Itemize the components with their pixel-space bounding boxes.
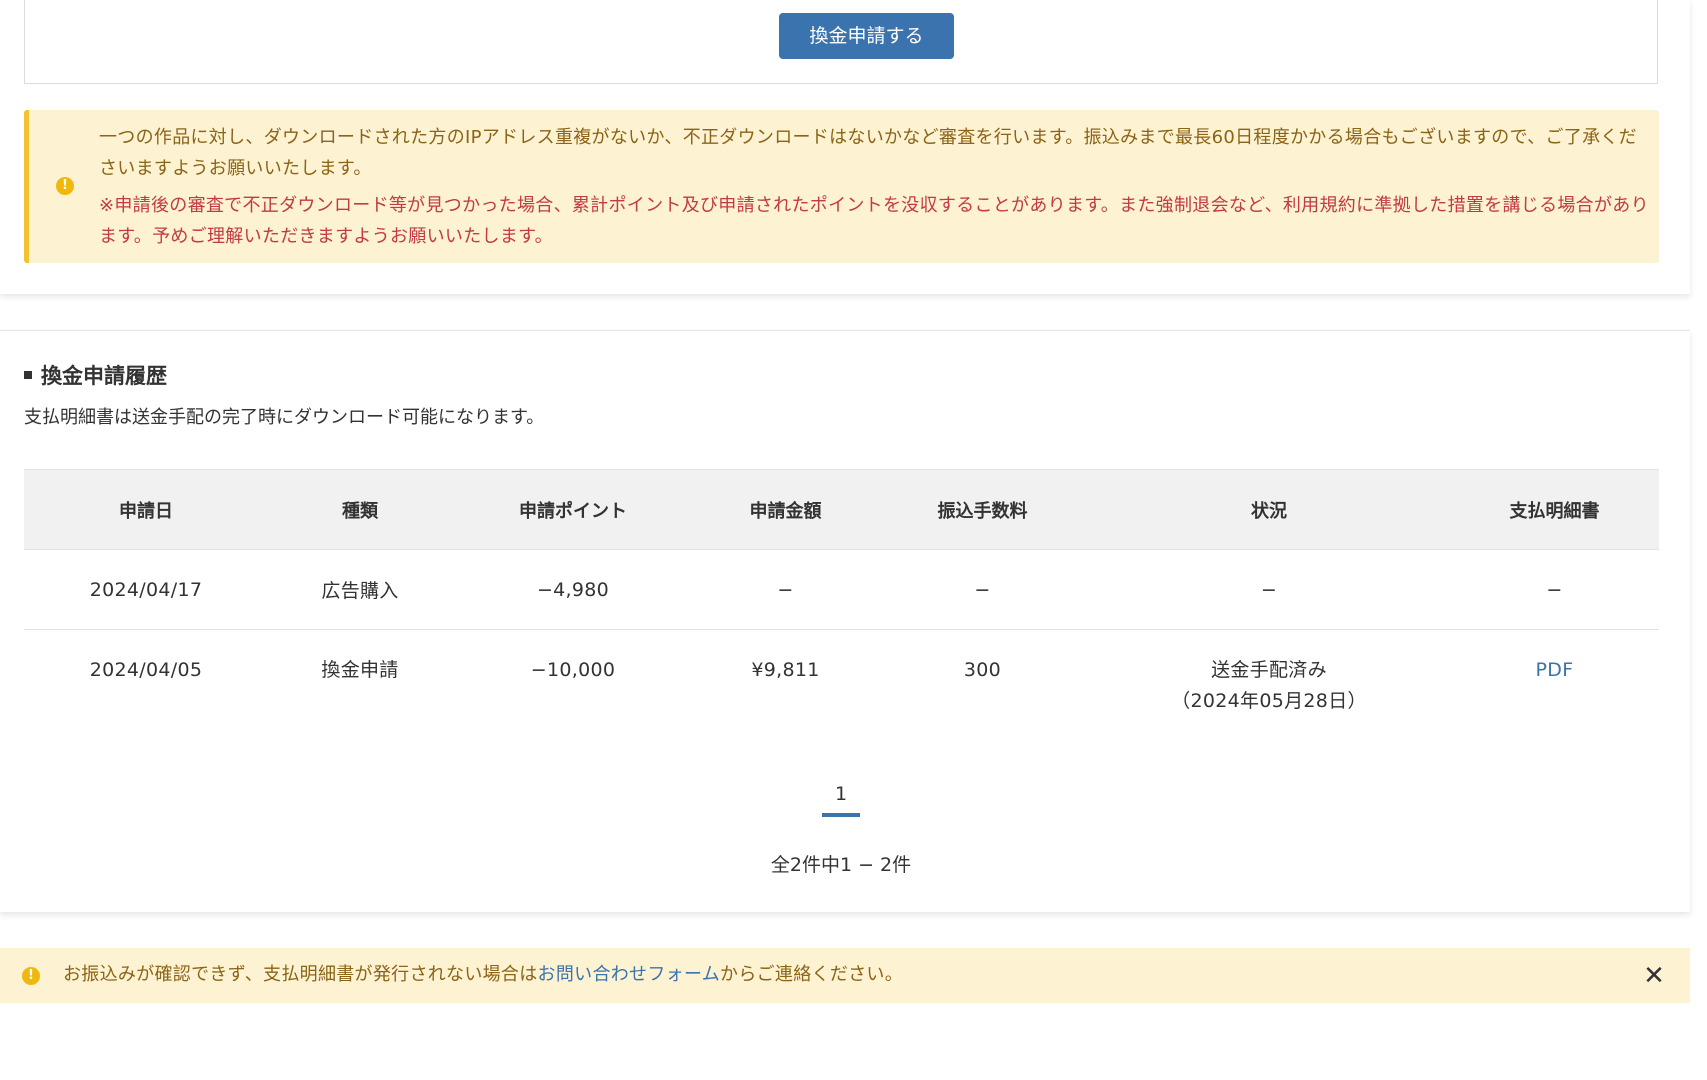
close-icon[interactable]: ✕ <box>1638 960 1670 992</box>
contact-notice-text: お振込みが確認できず、支払明細書が発行されない場合はお問い合わせフォームからご連… <box>63 960 903 990</box>
cell-date: 2024/04/17 <box>24 549 268 630</box>
application-form: 換金申請する <box>24 0 1658 84</box>
review-warning-caution: ※申請後の審査で不正ダウンロード等が見つかった場合、累計ポイント及び申請されたポ… <box>99 195 1649 247</box>
cell-type: 換金申請 <box>321 659 399 681</box>
review-warning-message: 一つの作品に対し、ダウンロードされた方のIPアドレス重複がないか、不正ダウンロー… <box>99 127 1637 179</box>
cell-points: −10,000 <box>530 659 616 681</box>
cell-fee: 300 <box>963 659 1002 681</box>
exchange-history-card: 換金申請履歴 支払明細書は送金手配の完了時にダウンロード可能になります。 申請日… <box>0 330 1690 912</box>
column-header-status: 状況 <box>1088 469 1450 550</box>
cell-points: −4,980 <box>452 549 694 630</box>
table-row: 2024/04/17 広告購入 −4,980 − − − − <box>24 549 1659 630</box>
exclamation-circle-icon: ! <box>22 967 40 985</box>
cell-date: 2024/04/05 <box>89 659 203 681</box>
pdf-download-link[interactable]: PDF <box>1536 659 1574 681</box>
history-table: 申請日 種類 申請ポイント 申請金額 振込手数料 状況 支払明細書 2024/0… <box>24 469 1659 739</box>
contact-notice-bar: ! お振込みが確認できず、支払明細書が発行されない場合はお問い合わせフォームから… <box>0 948 1690 1003</box>
column-header-fee: 振込手数料 <box>877 469 1088 550</box>
apply-exchange-button[interactable]: 換金申請する <box>779 13 954 59</box>
notice-text-after: からご連絡ください。 <box>720 964 904 985</box>
status-label: 送金手配済み <box>1211 659 1327 681</box>
square-bullet-icon <box>24 371 32 379</box>
column-header-date: 申請日 <box>24 469 268 550</box>
column-header-statement: 支払明細書 <box>1450 469 1659 550</box>
column-header-amount: 申請金額 <box>694 469 877 550</box>
cell-amount: ¥9,811 <box>751 659 820 681</box>
cell-status: − <box>1088 549 1450 630</box>
status-date: （2024年05月28日） <box>1171 690 1367 712</box>
exclamation-circle-icon: ! <box>56 177 74 195</box>
table-header-row: 申請日 種類 申請ポイント 申請金額 振込手数料 状況 支払明細書 <box>24 469 1659 550</box>
section-title-text: 換金申請履歴 <box>41 364 167 388</box>
contact-form-link[interactable]: お問い合わせフォーム <box>538 964 720 985</box>
statement-note: 支払明細書は送金手配の完了時にダウンロード可能になります。 <box>24 407 545 428</box>
exchange-application-card: 換金申請する ! 一つの作品に対し、ダウンロードされた方のIPアドレス重複がない… <box>0 0 1690 294</box>
cell-statement: − <box>1450 549 1659 630</box>
cell-fee: − <box>877 549 1088 630</box>
pagination-page-current[interactable]: 1 <box>822 779 860 817</box>
table-row: 2024/04/05 換金申請 −10,000 ¥9,811 300 送金手配済… <box>24 630 1659 740</box>
cell-status: 送金手配済み （2024年05月28日） <box>1088 630 1450 740</box>
cell-statement: PDF <box>1450 630 1659 740</box>
cell-type: 広告購入 <box>268 549 452 630</box>
review-warning-box: ! 一つの作品に対し、ダウンロードされた方のIPアドレス重複がないか、不正ダウン… <box>24 110 1659 263</box>
column-header-points: 申請ポイント <box>452 469 694 550</box>
section-title: 換金申請履歴 <box>24 361 167 391</box>
cell-amount: − <box>694 549 877 630</box>
notice-text-before: お振込みが確認できず、支払明細書が発行されない場合は <box>63 964 538 985</box>
pagination-summary: 全2件中1 − 2件 <box>770 854 912 876</box>
column-header-type: 種類 <box>268 469 452 550</box>
